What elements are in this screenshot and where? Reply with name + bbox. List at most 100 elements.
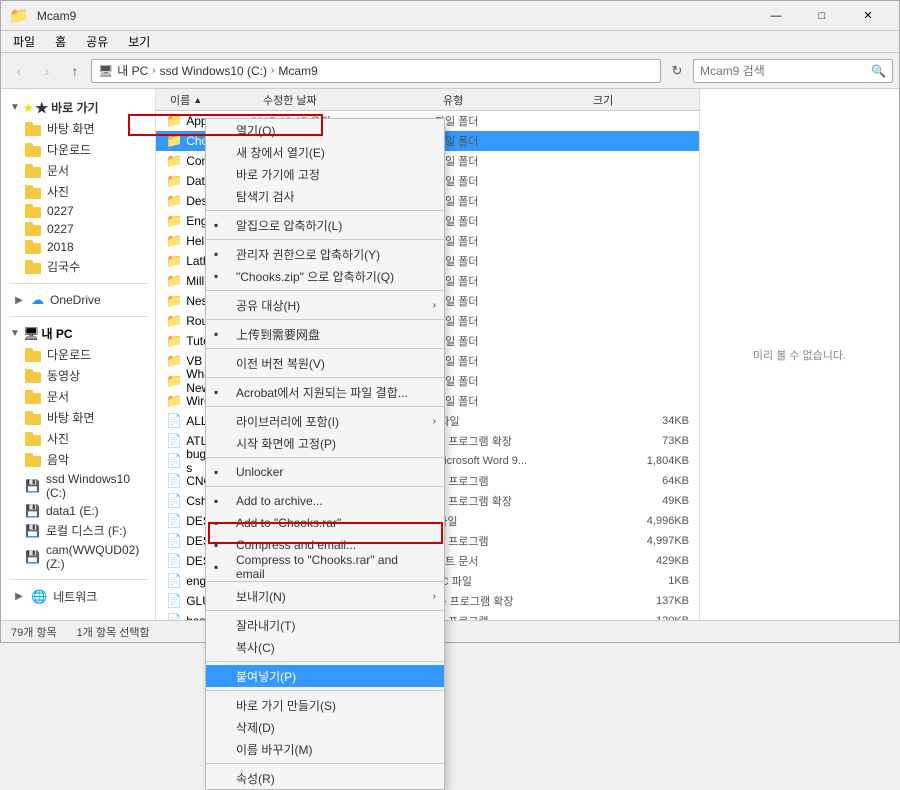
- forward-button[interactable]: ›: [35, 59, 59, 83]
- context-menu-item[interactable]: 삭제(D): [206, 716, 444, 738]
- file-size: 1KB: [590, 575, 689, 587]
- left-panel: ▼ ★ ★ 바로 가기 바탕 화면 다운로드 문서 사진: [1, 89, 156, 620]
- close-button[interactable]: ✕: [845, 1, 891, 31]
- file-type: 파일 폴더: [435, 333, 585, 349]
- nav-docs[interactable]: 문서: [5, 160, 151, 181]
- address-pc[interactable]: 내 PC: [117, 62, 148, 79]
- context-menu-item[interactable]: 바로 가기에 고정: [206, 163, 444, 185]
- context-menu-item[interactable]: ▪ Acrobat에서 지원되는 파일 결합...: [206, 381, 444, 403]
- context-menu-item[interactable]: ▪관리자 권한으로 압축하기(Y): [206, 243, 444, 265]
- main-content: ▼ ★ ★ 바로 가기 바탕 화면 다운로드 문서 사진: [1, 89, 899, 620]
- context-menu-item-icon: ▪: [214, 385, 218, 399]
- context-menu-item[interactable]: 새 창에서 열기(E): [206, 141, 444, 163]
- context-menu-item[interactable]: 복사(C): [206, 636, 444, 658]
- context-menu-item[interactable]: 붙여넣기(P): [206, 665, 444, 687]
- context-menu-item[interactable]: ▪Compress to "Chooks.rar" and email: [206, 556, 444, 578]
- drive-icon: 💾: [25, 550, 40, 564]
- nav-network[interactable]: ▶ 🌐 네트워크: [5, 586, 151, 607]
- nav-2018[interactable]: 2018: [5, 238, 151, 256]
- nav-kimguksu[interactable]: 김국수: [5, 256, 151, 277]
- context-menu-item-icon: ▪: [214, 247, 218, 261]
- context-menu-item[interactable]: 라이브러리에 포함(I)›: [206, 410, 444, 432]
- up-button[interactable]: ↑: [63, 59, 87, 83]
- nav-drive-z[interactable]: 💾 cam(WWQUD02) (Z:): [5, 541, 151, 573]
- this-pc-header[interactable]: ▼ 🖥 내 PC: [5, 323, 151, 344]
- context-menu-item-label: Add to "Chooks.rar": [236, 516, 341, 530]
- context-menu-item[interactable]: ▪알집으로 압축하기(L): [206, 214, 444, 236]
- col-header-name[interactable]: 이름 ▲: [166, 92, 259, 108]
- quick-access-header[interactable]: ▼ ★ ★ 바로 가기: [5, 97, 151, 118]
- file-type: 응 프로그램: [435, 533, 585, 549]
- context-menu-item[interactable]: 시작 화면에 고정(P): [206, 432, 444, 454]
- menu-share[interactable]: 공유: [78, 31, 116, 52]
- selected-info: 1개 항목 선택함: [77, 624, 150, 640]
- nav-desktop[interactable]: 바탕 화면: [5, 118, 151, 139]
- context-menu-item[interactable]: 공유 대상(H)›: [206, 294, 444, 316]
- file-type: 파일 폴더: [435, 233, 585, 249]
- file-icon: 📄: [166, 593, 182, 609]
- nav-pics[interactable]: 사진: [5, 181, 151, 202]
- col-header-size[interactable]: 크기: [589, 92, 689, 108]
- menu-home[interactable]: 홈: [47, 31, 74, 52]
- nav-0227a[interactable]: 0227: [5, 202, 151, 220]
- address-drive[interactable]: ssd Windows10 (C:): [160, 64, 267, 78]
- nav-onedrive[interactable]: ▶ ☁ OneDrive: [5, 290, 151, 310]
- nav-drive-c[interactable]: 💾 ssd Windows10 (C:): [5, 470, 151, 502]
- nav-docs2[interactable]: 문서: [5, 386, 151, 407]
- context-menu-item[interactable]: ▪"Chooks.zip" 으로 압축하기(Q): [206, 265, 444, 287]
- context-menu-item[interactable]: 잘라내기(T): [206, 614, 444, 636]
- context-menu-item[interactable]: ▪上传到需要网盘: [206, 323, 444, 345]
- maximize-button[interactable]: □: [799, 1, 845, 31]
- minimize-button[interactable]: —: [753, 1, 799, 31]
- onedrive-icon: ☁: [31, 292, 44, 308]
- col-header-type[interactable]: 유형: [439, 92, 589, 108]
- nav-0227b[interactable]: 0227: [5, 220, 151, 238]
- context-menu-item[interactable]: 속성(R): [206, 767, 444, 789]
- back-button[interactable]: ‹: [7, 59, 31, 83]
- file-size: 4,996KB: [590, 515, 689, 527]
- context-menu-separator: [206, 377, 444, 378]
- file-icon: 📄: [166, 573, 182, 589]
- refresh-button[interactable]: ↻: [665, 59, 689, 83]
- menu-file[interactable]: 파일: [5, 31, 43, 52]
- preview-panel: 미리 볼 수 없습니다.: [699, 89, 899, 620]
- context-menu-item[interactable]: 이름 바꾸기(M): [206, 738, 444, 760]
- context-menu-item[interactable]: ▪Add to archive...: [206, 490, 444, 512]
- context-menu-item-label: Acrobat에서 지원되는 파일 결합...: [236, 384, 408, 401]
- file-type: 파일 폴더: [435, 253, 585, 269]
- folder-icon: [25, 369, 41, 383]
- nav-drive-f[interactable]: 💾 로컬 디스크 (F:): [5, 520, 151, 541]
- context-menu-item[interactable]: ▪Add to "Chooks.rar": [206, 512, 444, 534]
- nav-downloads2[interactable]: 다운로드: [5, 344, 151, 365]
- file-type: 응 프로그램 확장: [435, 433, 585, 449]
- nav-downloads[interactable]: 다운로드: [5, 139, 151, 160]
- context-menu: 열기(O)새 창에서 열기(E)바로 가기에 고정탐색기 검사▪알집으로 압축하…: [205, 118, 445, 790]
- menu-view[interactable]: 보기: [120, 31, 158, 52]
- context-menu-item[interactable]: ▪Unlocker: [206, 461, 444, 483]
- nav-drive-e[interactable]: 💾 data1 (E:): [5, 502, 151, 520]
- search-bar[interactable]: 🔍: [693, 59, 893, 83]
- context-menu-item-label: 공유 대상(H): [236, 297, 300, 314]
- title-bar-icons: 📁: [9, 6, 29, 26]
- address-bar[interactable]: 🖥 내 PC › ssd Windows10 (C:) › Mcam9: [91, 59, 661, 83]
- context-menu-item[interactable]: 탐색기 검사: [206, 185, 444, 207]
- window-controls: — □ ✕: [753, 1, 891, 31]
- nav-desktop2[interactable]: 바탕 화면: [5, 407, 151, 428]
- context-menu-item-label: 삭제(D): [236, 719, 275, 736]
- folder-icon: 📁: [166, 173, 182, 189]
- address-folder[interactable]: Mcam9: [278, 64, 317, 78]
- folder-icon: [25, 204, 41, 218]
- context-menu-item[interactable]: 이전 버전 복원(V): [206, 352, 444, 374]
- context-menu-item-label: 알집으로 압축하기(L): [236, 217, 342, 234]
- context-menu-item[interactable]: 바로 가기 만들기(S): [206, 694, 444, 716]
- status-bar: 79개 항목 1개 항목 선택함: [1, 620, 899, 642]
- file-type: 파일 폴더: [435, 113, 585, 129]
- col-header-date[interactable]: 수정한 날짜: [259, 92, 439, 108]
- context-menu-item[interactable]: 열기(O): [206, 119, 444, 141]
- nav-pics2[interactable]: 사진: [5, 428, 151, 449]
- folder-icon: [25, 240, 41, 254]
- context-menu-item[interactable]: 보내기(N)›: [206, 585, 444, 607]
- nav-videos[interactable]: 동영상: [5, 365, 151, 386]
- nav-music[interactable]: 음악: [5, 449, 151, 470]
- search-input[interactable]: [700, 64, 867, 78]
